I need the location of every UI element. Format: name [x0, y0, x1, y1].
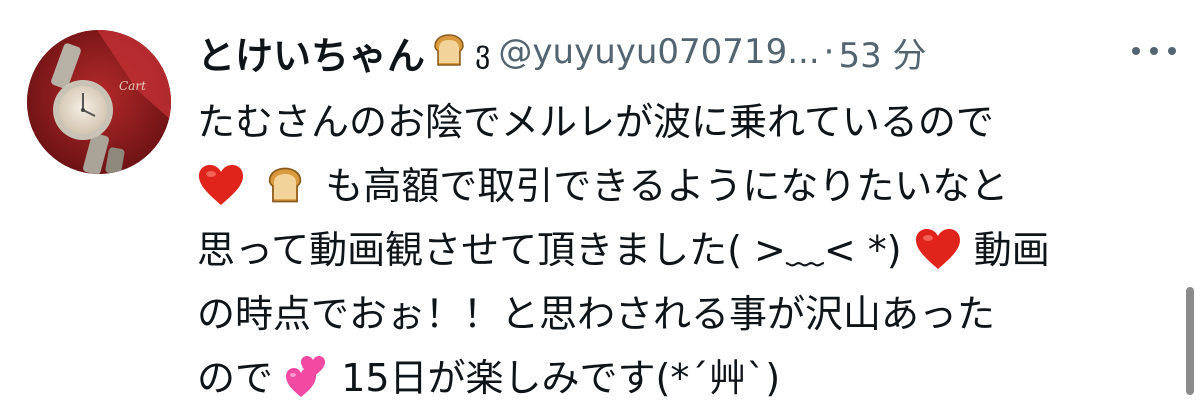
two-hearts-emoji: [285, 354, 329, 418]
timestamp[interactable]: 53 分: [838, 28, 926, 77]
tweet-text: たむさんのお陰でメルレが波に乗れているので も高額で取引できるようになりたいなと…: [197, 90, 1152, 410]
tweet[interactable]: Cart とけいちゃん ვ @yuyuyu070719... · 53 分 たむ…: [0, 0, 1202, 417]
name-suffix: ვ: [475, 34, 491, 70]
scrollbar[interactable]: [1186, 287, 1194, 395]
more-options-button[interactable]: [1132, 34, 1176, 68]
bread-emoji: [263, 162, 307, 226]
avatar[interactable]: Cart: [27, 30, 171, 174]
tweet-text-line: ので 15日が楽しみです(*´艸`): [197, 346, 1152, 410]
more-horizontal-icon: [1132, 47, 1140, 55]
tweet-text-line: も高額で取引できるようになりたいなと: [197, 154, 1152, 218]
tweet-text-line: 思って動画観させて頂きました( >﹏< *) 動画: [197, 218, 1152, 282]
tweet-text-line: の時点でおぉ！！と思わされる事が沢山あった: [197, 292, 996, 336]
user-handle[interactable]: @yuyuyu070719...: [498, 32, 819, 72]
separator-dot: ·: [823, 32, 835, 72]
red-heart-emoji: [197, 162, 245, 226]
bread-emoji: [429, 30, 469, 74]
display-name[interactable]: とけいちゃん: [197, 25, 425, 80]
tweet-header: とけいちゃん ვ @yuyuyu070719... · 53 分: [197, 24, 927, 80]
red-heart-emoji: [914, 226, 962, 290]
svg-text:Cart: Cart: [119, 79, 146, 93]
tweet-text-line: たむさんのお陰でメルレが波に乗れているので: [197, 100, 994, 144]
